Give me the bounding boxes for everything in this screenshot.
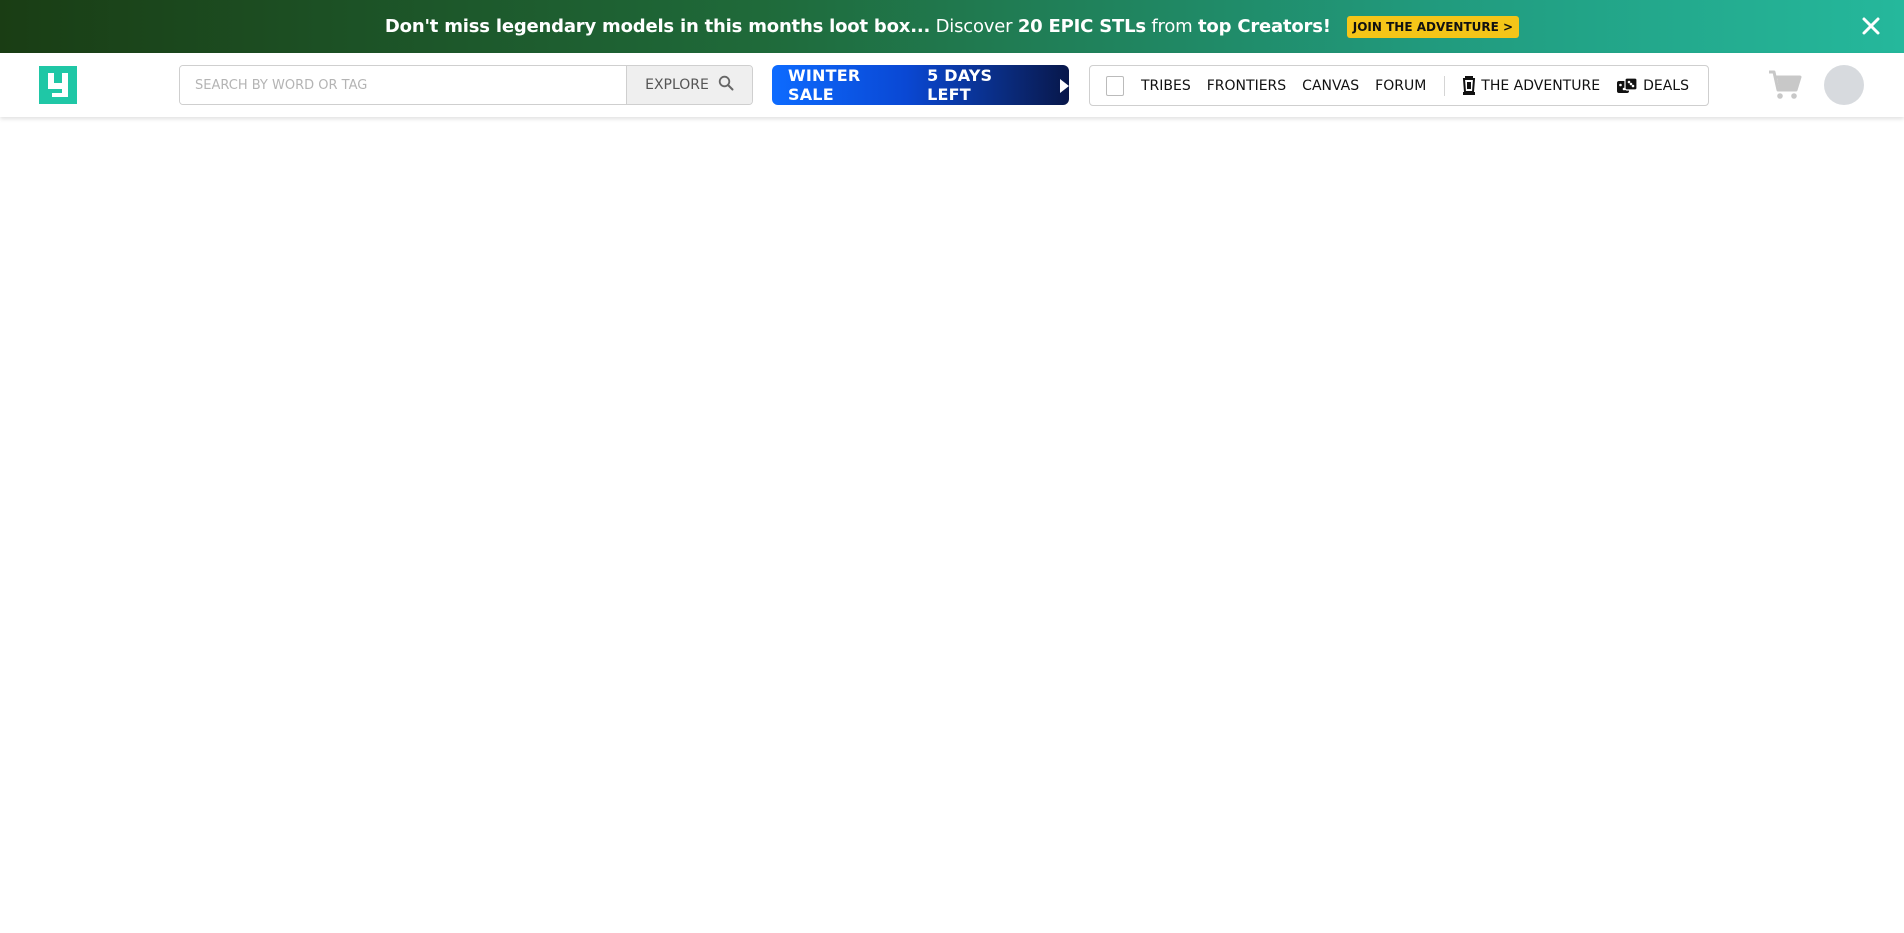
nav-item-frontiers[interactable]: FRONTIERS — [1207, 78, 1286, 94]
search-input[interactable] — [180, 66, 626, 104]
nav-item-forum[interactable]: FORUM — [1375, 78, 1426, 94]
promo-text-part: from — [1145, 16, 1198, 37]
nav-item-canvas[interactable]: CANVAS — [1302, 78, 1359, 94]
promo-text-part: 20 EPIC STLs — [1017, 16, 1146, 37]
avatar[interactable] — [1824, 65, 1864, 105]
promo-banner: Don't miss legendary models in this mont… — [0, 0, 1904, 53]
dice-icon — [1617, 76, 1638, 93]
search-bar: EXPLORE — [179, 65, 753, 105]
nav-item-label: THE ADVENTURE — [1481, 77, 1601, 94]
promo-banner-text: Don't miss legendary models in this mont… — [385, 16, 1331, 37]
promo-text-part: top Creators! — [1198, 16, 1331, 37]
explore-button-label: EXPLORE — [645, 77, 709, 93]
nav-item-deals[interactable]: DEALS — [1616, 76, 1689, 96]
join-adventure-button[interactable]: JOIN THE ADVENTURE > — [1346, 15, 1520, 38]
cart-icon[interactable] — [1768, 69, 1802, 101]
broken-image-icon[interactable] — [1106, 75, 1124, 96]
sale-label: WINTER SALE — [788, 66, 861, 104]
site-header: EXPLORE WINTER SALE 5 DAYS LEFT TRIBES F… — [0, 53, 1904, 117]
main-nav: TRIBES FRONTIERS CANVAS FORUM THE ADVENT… — [1089, 65, 1709, 106]
search-icon — [718, 75, 734, 95]
nav-item-label: DEALS — [1643, 77, 1689, 94]
nav-item-tribes[interactable]: TRIBES — [1141, 78, 1191, 94]
nav-divider — [1444, 75, 1446, 96]
winter-sale-button[interactable]: WINTER SALE 5 DAYS LEFT — [772, 65, 1069, 105]
promo-text-part: Discover — [930, 16, 1018, 37]
lantern-icon — [1463, 75, 1476, 95]
close-icon[interactable] — [1860, 15, 1882, 37]
explore-button[interactable]: EXPLORE — [626, 66, 752, 104]
promo-text-part: Don't miss legendary models in this mont… — [384, 16, 931, 37]
brand-logo-icon[interactable] — [39, 66, 77, 104]
play-arrow-icon — [1059, 78, 1069, 93]
nav-item-the-adventure[interactable]: THE ADVENTURE — [1462, 75, 1601, 96]
sale-countdown: 5 DAYS LEFT — [927, 66, 993, 104]
